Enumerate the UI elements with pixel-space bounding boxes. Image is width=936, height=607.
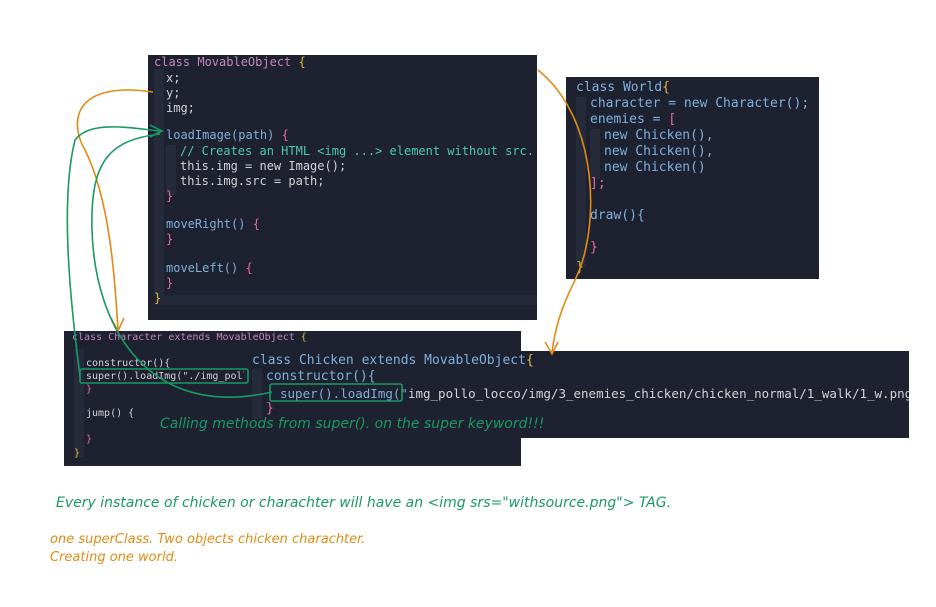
green-arrow-chicken-to-loadimage	[91, 133, 273, 398]
green-arrow-character-to-loadimage	[66, 126, 161, 377]
orange-arrow-to-character	[76, 89, 154, 331]
orange-arrowhead-chicken	[544, 341, 559, 356]
chicken-super-highlight	[269, 383, 403, 402]
orange-arrow-to-chicken	[537, 69, 592, 353]
note-calling-super: Calling methods from super(). on the sup…	[160, 416, 545, 432]
note-creating-world: Creating one world.	[50, 550, 178, 565]
annotation-arrows	[66, 69, 592, 402]
note-superclass-summary: one superClass. Two objects chicken char…	[50, 532, 366, 547]
note-img-instance: Every instance of chicken or charachter …	[56, 495, 672, 511]
